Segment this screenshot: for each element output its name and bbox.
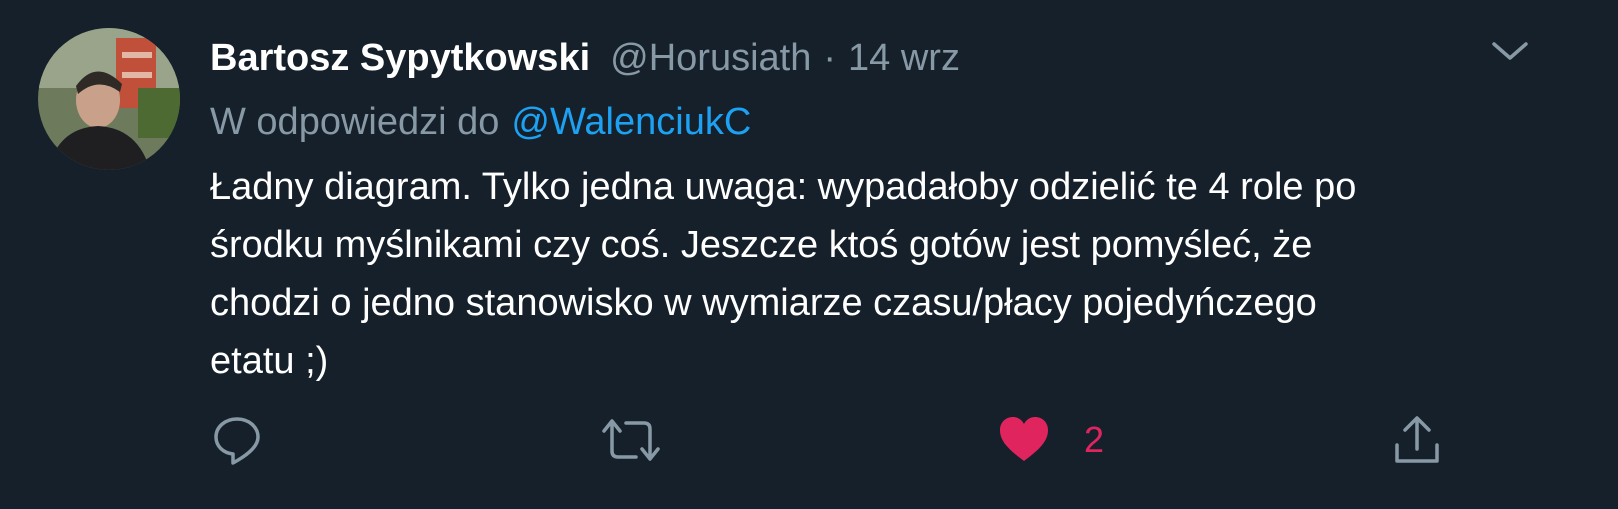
share-button[interactable] <box>1392 408 1442 472</box>
share-icon <box>1395 416 1439 463</box>
tweet[interactable]: Bartosz Sypytkowski @Horusiath · 14 wrz … <box>0 0 1618 509</box>
more-options-button[interactable] <box>1488 36 1532 66</box>
tweet-actions: 2 <box>0 408 1618 472</box>
retweet-button[interactable] <box>600 408 662 472</box>
like-button[interactable]: 2 <box>998 408 1104 472</box>
reply-button[interactable] <box>210 408 264 472</box>
chevron-down-icon <box>1492 42 1528 60</box>
like-count: 2 <box>1084 419 1105 460</box>
author-avatar[interactable] <box>38 28 180 170</box>
tweet-text: Ładny diagram. Tylko jedna uwaga: wypada… <box>210 166 1357 382</box>
author-name[interactable]: Bartosz Sypytkowski <box>210 37 590 80</box>
tweet-header: Bartosz Sypytkowski @Horusiath · 14 wrz <box>210 30 960 86</box>
avatar-image <box>38 28 180 170</box>
author-handle[interactable]: @Horusiath <box>610 37 811 80</box>
retweet-icon <box>602 419 660 461</box>
reply-prefix: W odpowiedzi do <box>210 100 500 143</box>
heart-icon <box>1000 417 1048 461</box>
separator: · <box>823 36 837 79</box>
reply-mention-link[interactable]: @WalenciukC <box>511 101 751 144</box>
reply-context: W odpowiedzi do @WalenciukC <box>210 94 751 150</box>
tweet-date[interactable]: 14 wrz <box>848 37 960 80</box>
reply-icon <box>214 417 260 465</box>
